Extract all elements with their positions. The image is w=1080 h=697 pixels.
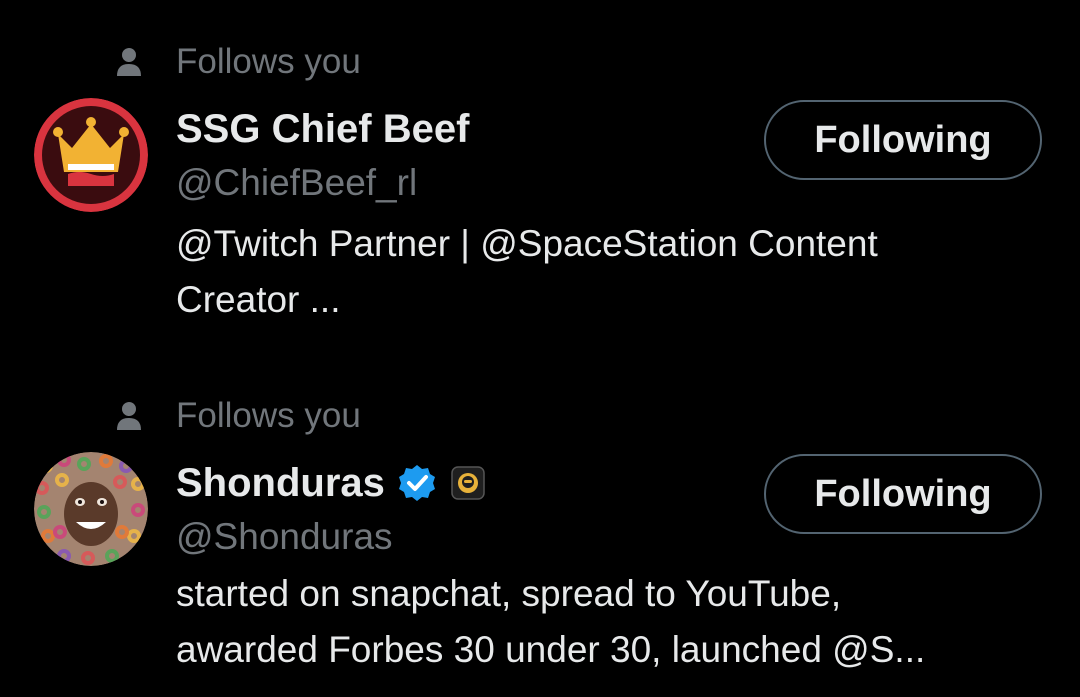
user-cell[interactable]: Follows you SSG Chief Beef @ChiefBeef_rl…	[0, 0, 1080, 350]
person-icon	[117, 402, 141, 430]
bio-line: started on snapchat, spread to YouTube,	[176, 573, 842, 614]
avatar[interactable]	[34, 452, 148, 566]
following-button[interactable]: Following	[764, 454, 1042, 534]
follows-you-label: Follows you	[176, 396, 361, 435]
person-icon	[117, 48, 141, 76]
bio: started on snapchat, spread to YouTube, …	[176, 566, 1036, 678]
follows-you-row: Follows you	[116, 42, 361, 82]
face-photo-icon	[34, 452, 148, 566]
crown-logo-icon	[34, 98, 148, 212]
bio: @Twitch Partner | @SpaceStation Content …	[176, 216, 1036, 328]
name-row: SSG Chief Beef	[176, 104, 469, 154]
username-handle[interactable]: @ChiefBeef_rl	[176, 162, 417, 204]
user-cell[interactable]: Follows you Shonduras @Shonduras Followi…	[0, 354, 1080, 697]
following-button[interactable]: Following	[764, 100, 1042, 180]
follows-you-row: Follows you	[116, 396, 361, 436]
display-name[interactable]: Shonduras	[176, 461, 385, 506]
avatar[interactable]	[34, 98, 148, 212]
bio-line: @Twitch Partner | @SpaceStation Content	[176, 223, 878, 264]
verified-badge-icon	[398, 465, 435, 501]
name-row: Shonduras	[176, 458, 485, 508]
bio-line: awarded Forbes 30 under 30, launched @S.…	[176, 629, 926, 670]
follows-you-label: Follows you	[176, 42, 361, 81]
affiliate-badge-icon[interactable]	[451, 466, 485, 500]
display-name[interactable]: SSG Chief Beef	[176, 107, 469, 152]
bio-line: Creator ...	[176, 279, 341, 320]
username-handle[interactable]: @Shonduras	[176, 516, 393, 558]
